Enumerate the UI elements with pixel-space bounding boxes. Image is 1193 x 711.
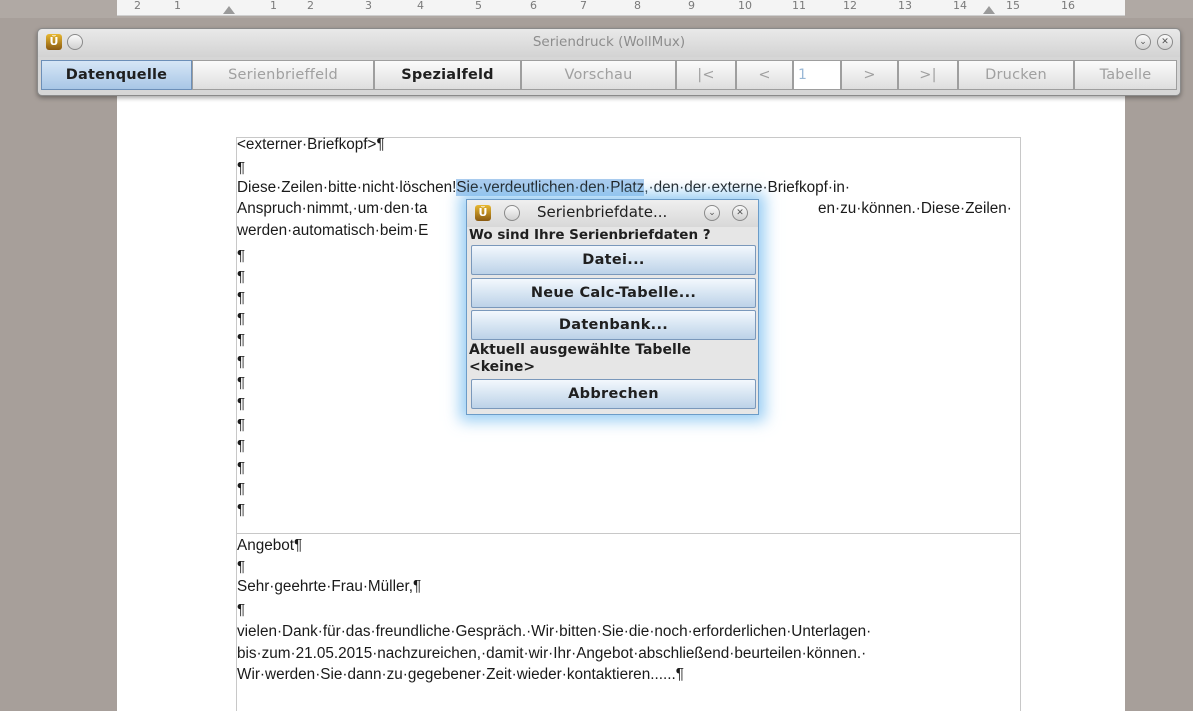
doc-text-line[interactable]: werden·automatisch·beim·E bbox=[237, 222, 428, 240]
doc-text: Diese·Zeilen·bitte·nicht·löschen! bbox=[237, 179, 457, 196]
record-number-input[interactable]: 1 bbox=[793, 60, 841, 90]
close-icon[interactable]: ✕ bbox=[732, 205, 748, 221]
abbrechen-button[interactable]: Abbrechen bbox=[471, 379, 756, 409]
datenquelle-button[interactable]: Datenquelle bbox=[41, 60, 192, 90]
paragraph-mark: ¶ bbox=[237, 558, 246, 575]
selected-text: Sie·verdeutlichen·den·Platz bbox=[456, 179, 645, 196]
minimize-icon[interactable]: ⌄ bbox=[704, 205, 720, 221]
paragraph-mark: ¶ bbox=[237, 395, 246, 412]
doc-text-line[interactable]: Diese·Zeilen·bitte·nicht·löschen!Sie·ver… bbox=[237, 179, 850, 197]
ruler-number: 6 bbox=[530, 0, 537, 12]
window-title: Seriendruck (WollMux) bbox=[532, 34, 686, 50]
ruler-number: 2 bbox=[307, 0, 314, 12]
ruler-number: 8 bbox=[634, 0, 641, 12]
body-text-line[interactable]: bis·zum·21.05.2015·nachzureichen,·damit·… bbox=[237, 645, 866, 663]
close-icon[interactable]: ✕ bbox=[1157, 34, 1173, 50]
body-frame bbox=[236, 533, 1021, 711]
dialog-title: Serienbriefdate... bbox=[537, 203, 668, 221]
ruler-number: 12 bbox=[843, 0, 857, 12]
last-record-button[interactable]: >| bbox=[898, 60, 958, 90]
neue-calc-tabelle-button[interactable]: Neue Calc-Tabelle... bbox=[471, 278, 756, 308]
ruler-number: 1 bbox=[270, 0, 277, 12]
paragraph-mark: ¶ bbox=[237, 480, 246, 497]
ruler-number: 10 bbox=[738, 0, 752, 12]
doc-text: ,·den·der·externe·Briefkopf·in· bbox=[644, 179, 851, 196]
horizontal-ruler[interactable]: 2 1 1 2 3 4 5 6 7 8 9 10 11 12 13 14 15 … bbox=[0, 0, 1193, 18]
serienbriefdaten-dialog: Ŭ Serienbriefdate... ⌄ ✕ Wo sind Ihre Se… bbox=[466, 199, 759, 415]
paragraph-mark: ¶ bbox=[237, 289, 246, 306]
next-record-button[interactable]: > bbox=[841, 60, 898, 90]
body-text-line[interactable]: vielen·Dank·für·das·freundliche·Gespräch… bbox=[237, 623, 871, 641]
minimize-icon[interactable]: ⌄ bbox=[1135, 34, 1151, 50]
subject-line[interactable]: Angebot¶ bbox=[237, 537, 302, 555]
ruler-number: 3 bbox=[365, 0, 372, 12]
spezialfeld-button[interactable]: Spezialfeld bbox=[374, 60, 521, 90]
right-indent-marker[interactable] bbox=[983, 6, 995, 14]
serienbrieffeld-button[interactable]: Serienbrieffeld bbox=[192, 60, 374, 90]
ruler-number: 15 bbox=[1006, 0, 1020, 12]
dialog-question: Wo sind Ihre Serienbriefdaten ? bbox=[469, 227, 711, 243]
ruler-number: 1 bbox=[174, 0, 181, 12]
ruler-number: 4 bbox=[417, 0, 424, 12]
ruler-number: 2 bbox=[134, 0, 141, 12]
doc-text-line[interactable]: Anspruch·nimmt,·um·den·ta bbox=[237, 200, 427, 218]
ruler-number: 9 bbox=[688, 0, 695, 12]
paragraph-mark: ¶ bbox=[237, 353, 246, 370]
first-record-button[interactable]: |< bbox=[676, 60, 736, 90]
letterhead-placeholder[interactable]: <externer·Briefkopf>¶ bbox=[237, 136, 385, 154]
ruler-number: 7 bbox=[580, 0, 587, 12]
doc-text-line[interactable]: en·zu·können.·Diese·Zeilen· bbox=[818, 200, 1012, 218]
seriendruck-toolbar: Datenquelle Serienbrieffeld Spezialfeld … bbox=[41, 60, 1177, 90]
paragraph-mark: ¶ bbox=[237, 416, 246, 433]
left-indent-marker[interactable] bbox=[223, 6, 235, 14]
paragraph-mark: ¶ bbox=[237, 331, 246, 348]
ruler-number: 16 bbox=[1061, 0, 1075, 12]
ruler-strip: 2 1 1 2 3 4 5 6 7 8 9 10 11 12 13 14 15 … bbox=[117, 0, 1125, 16]
paragraph-mark: ¶ bbox=[237, 247, 246, 264]
tabelle-button[interactable]: Tabelle bbox=[1074, 60, 1177, 90]
dialog-titlebar[interactable]: Ŭ Serienbriefdate... ⌄ ✕ bbox=[467, 200, 758, 227]
ruler-number: 13 bbox=[898, 0, 912, 12]
datenbank-button[interactable]: Datenbank... bbox=[471, 310, 756, 340]
datei-button[interactable]: Datei... bbox=[471, 245, 756, 275]
window-menu-icon[interactable] bbox=[504, 205, 520, 221]
paragraph-mark: ¶ bbox=[237, 459, 246, 476]
paragraph-mark: ¶ bbox=[237, 310, 246, 327]
previous-record-button[interactable]: < bbox=[736, 60, 793, 90]
paragraph-mark: ¶ bbox=[237, 601, 246, 618]
drucken-button[interactable]: Drucken bbox=[958, 60, 1074, 90]
body-text-line[interactable]: Wir·werden·Sie·dann·zu·gegebener·Zeit·wi… bbox=[237, 666, 684, 684]
wollmux-icon[interactable]: Ŭ bbox=[475, 205, 491, 221]
ruler-number: 5 bbox=[475, 0, 482, 12]
ruler-number: 11 bbox=[792, 0, 806, 12]
window-titlebar[interactable]: Ŭ Seriendruck (WollMux) ⌄ ✕ bbox=[38, 29, 1180, 57]
ruler-number: 14 bbox=[953, 0, 967, 12]
paragraph-mark: ¶ bbox=[237, 268, 246, 285]
current-table-value: <keine> bbox=[469, 359, 536, 375]
vorschau-button[interactable]: Vorschau bbox=[521, 60, 676, 90]
paragraph-mark: ¶ bbox=[237, 374, 246, 391]
paragraph-mark: ¶ bbox=[237, 437, 246, 454]
seriendruck-window: Ŭ Seriendruck (WollMux) ⌄ ✕ Datenquelle … bbox=[37, 28, 1181, 96]
paragraph-mark: ¶ bbox=[237, 159, 246, 176]
paragraph-mark: ¶ bbox=[237, 501, 246, 518]
greeting-line[interactable]: Sehr·geehrte·Frau·Müller,¶ bbox=[237, 578, 421, 596]
current-table-label: Aktuell ausgewählte Tabelle bbox=[469, 342, 692, 358]
